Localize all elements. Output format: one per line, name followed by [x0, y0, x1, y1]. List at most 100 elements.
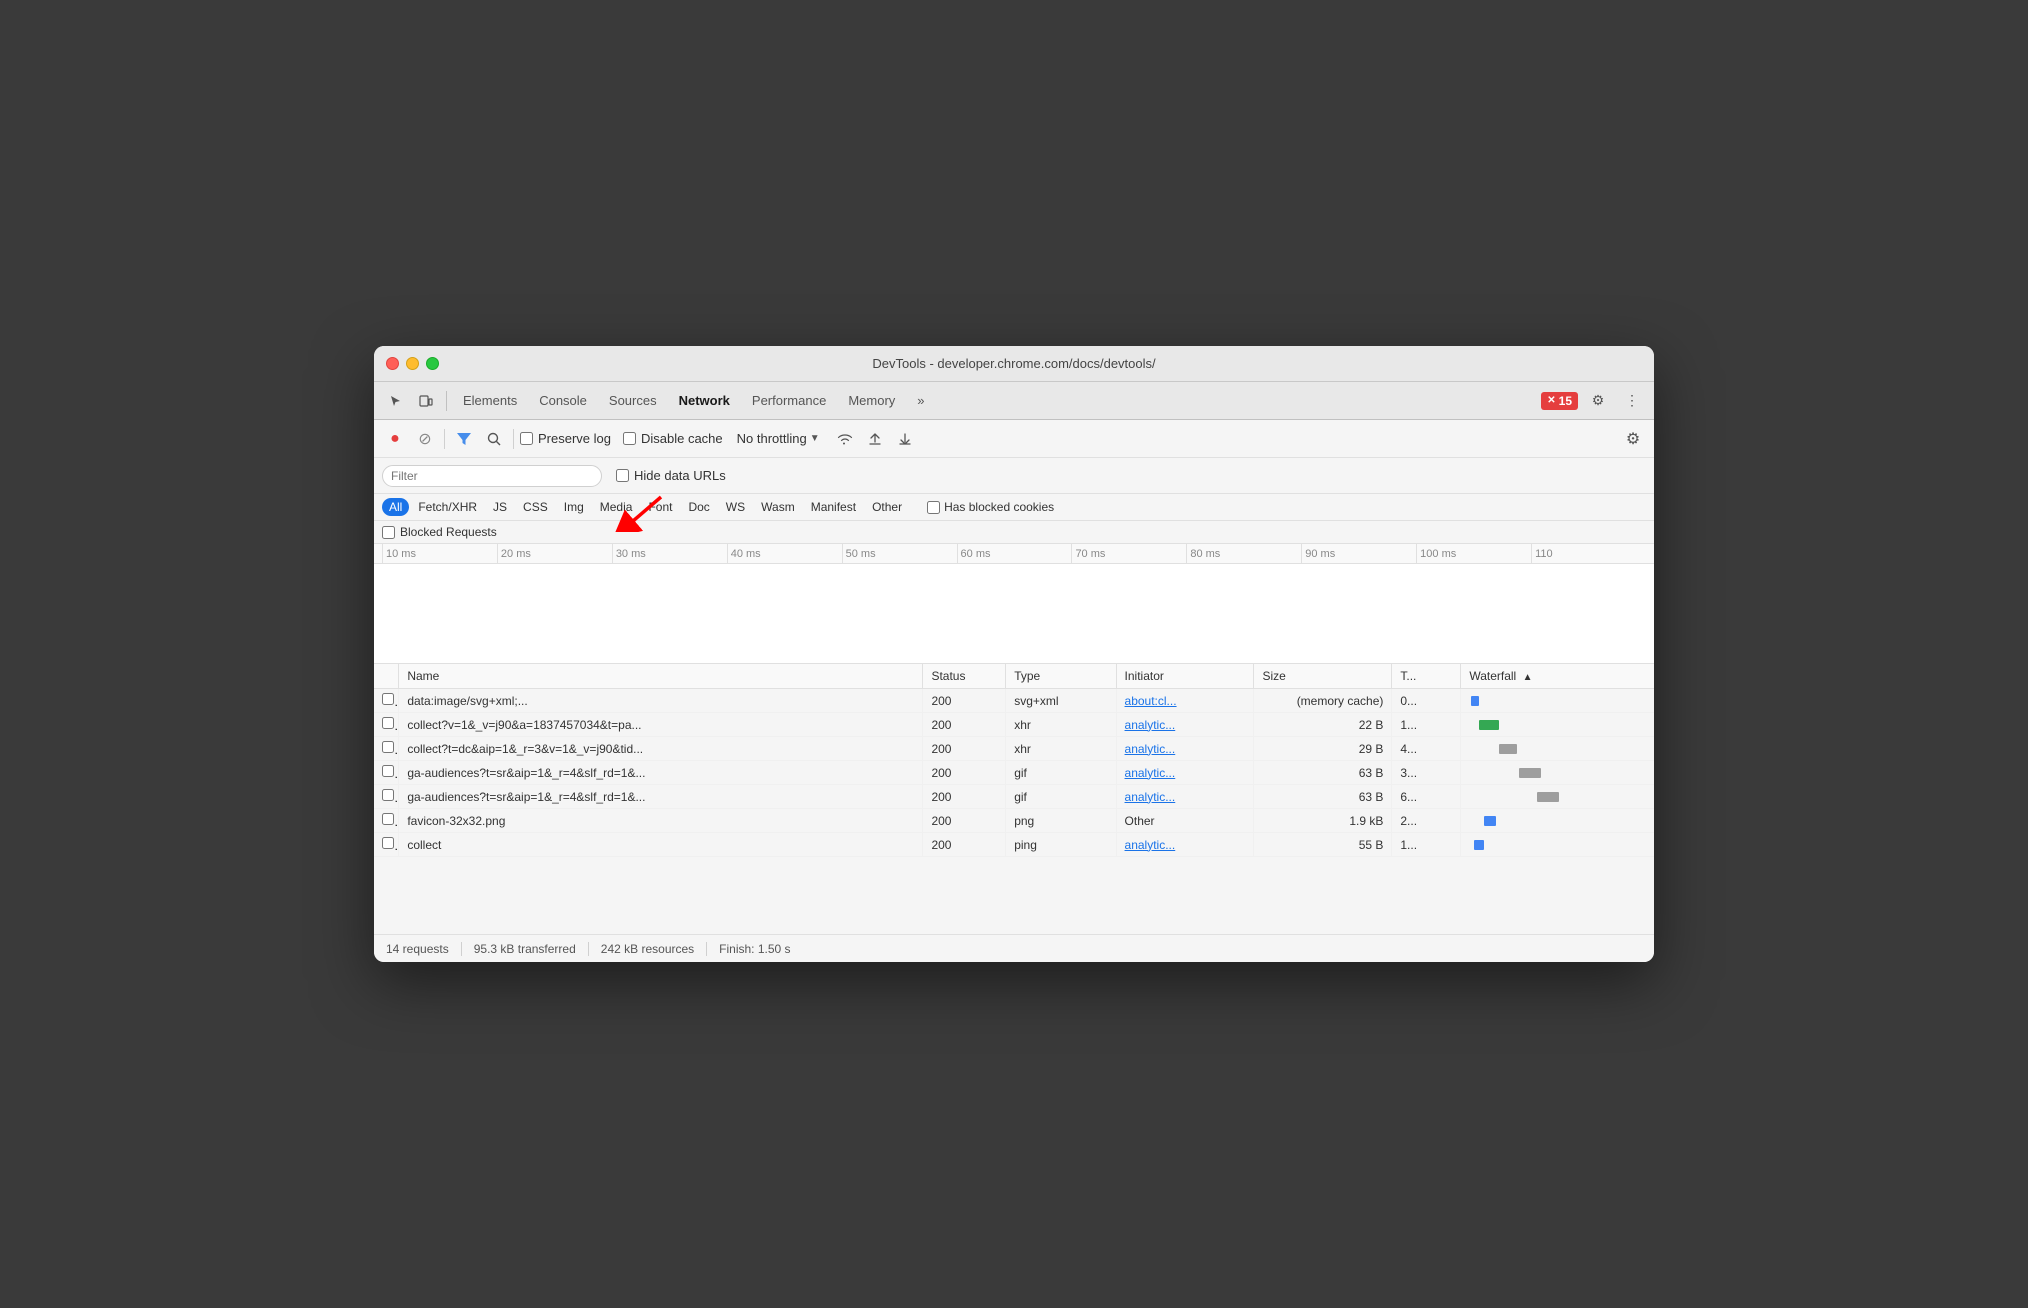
- th-waterfall[interactable]: Waterfall ▲: [1461, 664, 1654, 689]
- tab-elements[interactable]: Elements: [453, 389, 527, 412]
- initiator-link[interactable]: about:cl...: [1125, 694, 1177, 708]
- row-name[interactable]: favicon-32x32.png: [399, 809, 923, 833]
- filter-btn-ws[interactable]: WS: [719, 498, 752, 516]
- tab-more[interactable]: »: [907, 389, 934, 412]
- row-initiator[interactable]: analytic...: [1116, 737, 1254, 761]
- row-initiator[interactable]: analytic...: [1116, 785, 1254, 809]
- tab-performance[interactable]: Performance: [742, 389, 836, 412]
- row-checkbox[interactable]: [382, 741, 394, 753]
- filter-btn-wasm[interactable]: Wasm: [754, 498, 802, 516]
- tab-console[interactable]: Console: [529, 389, 597, 412]
- row-name[interactable]: data:image/svg+xml;...: [399, 689, 923, 713]
- row-type: svg+xml: [1006, 689, 1116, 713]
- filter-btn-other[interactable]: Other: [865, 498, 909, 516]
- filter-btn-fetch-xhr[interactable]: Fetch/XHR: [411, 498, 484, 516]
- tab-memory[interactable]: Memory: [838, 389, 905, 412]
- settings-gear-icon[interactable]: ⚙: [1620, 426, 1646, 452]
- tab-network[interactable]: Network: [669, 389, 740, 412]
- row-checkbox[interactable]: [382, 813, 394, 825]
- filter-btn-css[interactable]: CSS: [516, 498, 555, 516]
- traffic-lights: [386, 357, 439, 370]
- settings-icon[interactable]: ⚙: [1584, 387, 1612, 415]
- initiator-link[interactable]: analytic...: [1125, 742, 1176, 756]
- throttle-select[interactable]: No throttling ▼: [733, 429, 824, 448]
- throttle-value: No throttling: [737, 431, 807, 446]
- row-name[interactable]: collect?t=dc&aip=1&_r=3&v=1&_v=j90&tid..…: [399, 737, 923, 761]
- row-initiator[interactable]: analytic...: [1116, 761, 1254, 785]
- th-size[interactable]: Size: [1254, 664, 1392, 689]
- network-table-container[interactable]: Name Status Type Initiator Size T... Wat…: [374, 664, 1654, 934]
- disable-cache-checkbox[interactable]: [623, 432, 636, 445]
- row-type: gif: [1006, 761, 1116, 785]
- th-type[interactable]: Type: [1006, 664, 1116, 689]
- wifi-icon[interactable]: [832, 426, 858, 452]
- table-row[interactable]: data:image/svg+xml;... 200 svg+xml about…: [374, 689, 1654, 713]
- has-blocked-cookies-checkbox[interactable]: [927, 501, 940, 514]
- maximize-button[interactable]: [426, 357, 439, 370]
- close-button[interactable]: [386, 357, 399, 370]
- filter-btn-manifest[interactable]: Manifest: [804, 498, 863, 516]
- initiator-link[interactable]: analytic...: [1125, 790, 1176, 804]
- th-time[interactable]: T...: [1392, 664, 1461, 689]
- waterfall-bar-container: [1469, 718, 1646, 732]
- row-name[interactable]: ga-audiences?t=sr&aip=1&_r=4&slf_rd=1&..…: [399, 785, 923, 809]
- row-time: 6...: [1392, 785, 1461, 809]
- filter-btn-doc[interactable]: Doc: [681, 498, 716, 516]
- row-checkbox[interactable]: [382, 837, 394, 849]
- disable-cache-label[interactable]: Disable cache: [623, 431, 723, 446]
- hide-data-urls-label[interactable]: Hide data URLs: [616, 468, 726, 483]
- filter-input[interactable]: [382, 465, 602, 487]
- table-row[interactable]: collect?v=1&_v=j90&a=1837457034&t=pa... …: [374, 713, 1654, 737]
- row-checkbox[interactable]: [382, 693, 394, 705]
- more-options-icon[interactable]: ⋮: [1618, 387, 1646, 415]
- filter-btn-js[interactable]: JS: [486, 498, 514, 516]
- table-row[interactable]: favicon-32x32.png 200 png Other 1.9 kB 2…: [374, 809, 1654, 833]
- filter-btn-font[interactable]: Font: [641, 498, 679, 516]
- filterbar: Hide data URLs: [374, 458, 1654, 494]
- filter-btn-media[interactable]: Media: [593, 498, 640, 516]
- table-row[interactable]: ga-audiences?t=sr&aip=1&_r=4&slf_rd=1&..…: [374, 785, 1654, 809]
- device-icon[interactable]: [412, 387, 440, 415]
- initiator-link[interactable]: analytic...: [1125, 766, 1176, 780]
- table-row[interactable]: collect?t=dc&aip=1&_r=3&v=1&_v=j90&tid..…: [374, 737, 1654, 761]
- row-checkbox[interactable]: [382, 717, 394, 729]
- cursor-icon[interactable]: [382, 387, 410, 415]
- row-checkbox[interactable]: [382, 765, 394, 777]
- minimize-button[interactable]: [406, 357, 419, 370]
- filter-btn-img[interactable]: Img: [557, 498, 591, 516]
- waterfall-bar: [1537, 792, 1559, 802]
- initiator-link[interactable]: analytic...: [1125, 718, 1176, 732]
- th-status[interactable]: Status: [923, 664, 1006, 689]
- tick-40ms: 40 ms: [727, 544, 842, 563]
- tab-sources[interactable]: Sources: [599, 389, 667, 412]
- row-name[interactable]: collect: [399, 833, 923, 857]
- error-badge[interactable]: ✕ 15: [1541, 392, 1578, 410]
- row-name[interactable]: collect?v=1&_v=j90&a=1837457034&t=pa...: [399, 713, 923, 737]
- blocked-requests-label[interactable]: Blocked Requests: [382, 525, 497, 539]
- row-initiator[interactable]: analytic...: [1116, 713, 1254, 737]
- row-checkbox[interactable]: [382, 789, 394, 801]
- download-icon[interactable]: [892, 426, 918, 452]
- row-initiator[interactable]: analytic...: [1116, 833, 1254, 857]
- row-status: 200: [923, 833, 1006, 857]
- preserve-log-checkbox[interactable]: [520, 432, 533, 445]
- search-icon[interactable]: [481, 426, 507, 452]
- table-row[interactable]: collect 200 ping analytic... 55 B 1...: [374, 833, 1654, 857]
- blocked-requests-checkbox[interactable]: [382, 526, 395, 539]
- record-button[interactable]: ●: [382, 426, 408, 452]
- preserve-log-label[interactable]: Preserve log: [520, 431, 611, 446]
- filter-icon[interactable]: [451, 426, 477, 452]
- initiator-link[interactable]: analytic...: [1125, 838, 1176, 852]
- row-status: 200: [923, 761, 1006, 785]
- clear-button[interactable]: ⊘: [412, 426, 438, 452]
- upload-icon[interactable]: [862, 426, 888, 452]
- row-time: 3...: [1392, 761, 1461, 785]
- hide-data-urls-checkbox[interactable]: [616, 469, 629, 482]
- th-name[interactable]: Name: [399, 664, 923, 689]
- row-name[interactable]: ga-audiences?t=sr&aip=1&_r=4&slf_rd=1&..…: [399, 761, 923, 785]
- has-blocked-cookies-label[interactable]: Has blocked cookies: [927, 500, 1054, 514]
- filter-btn-all[interactable]: All: [382, 498, 409, 516]
- table-row[interactable]: ga-audiences?t=sr&aip=1&_r=4&slf_rd=1&..…: [374, 761, 1654, 785]
- row-initiator[interactable]: about:cl...: [1116, 689, 1254, 713]
- th-initiator[interactable]: Initiator: [1116, 664, 1254, 689]
